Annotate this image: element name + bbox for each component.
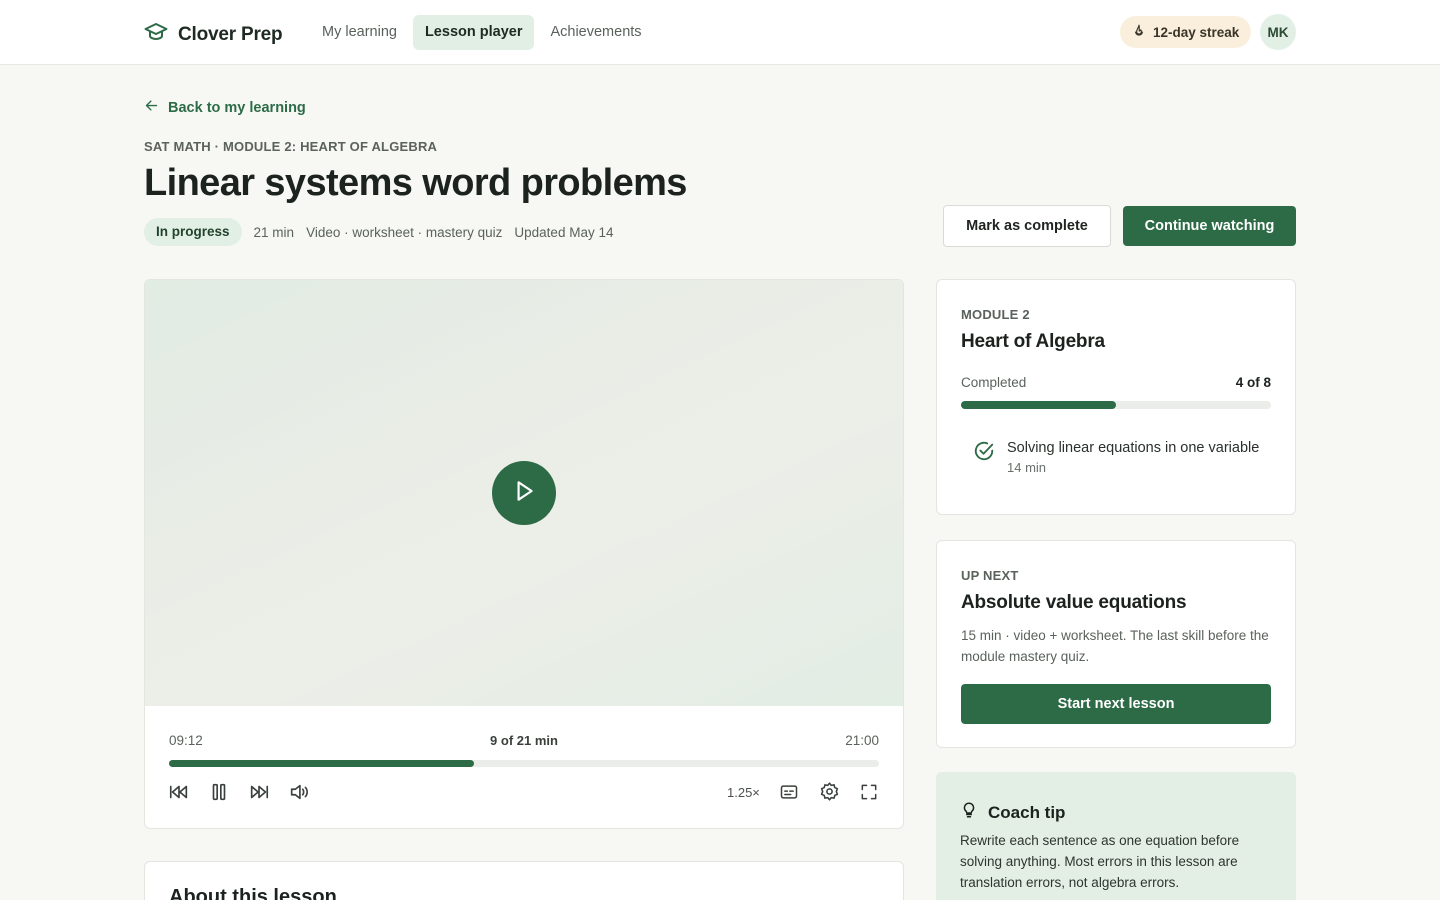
settings-button[interactable] xyxy=(817,782,841,806)
coach-tip-header: Coach tip xyxy=(960,800,1065,825)
volume-icon xyxy=(288,781,310,808)
graduation-cap-icon xyxy=(144,20,168,49)
arrow-left-icon xyxy=(144,98,159,117)
coach-tip-card: Coach tip Rewrite each sentence as one e… xyxy=(936,772,1296,900)
forward-button[interactable] xyxy=(247,782,271,806)
total-time: 21:00 xyxy=(845,733,879,748)
coach-tip-body: Rewrite each sentence as one equation be… xyxy=(960,833,1240,890)
top-bar: Clover Prep My learning Lesson player Ac… xyxy=(0,0,1440,65)
lightbulb-icon xyxy=(960,800,978,825)
breadcrumb: SAT MATH · MODULE 2: HEART OF ALGEBRA xyxy=(144,139,438,154)
check-circle-icon xyxy=(973,440,995,475)
start-next-lesson-button[interactable]: Start next lesson xyxy=(961,684,1271,724)
brand-name: Clover Prep xyxy=(178,23,283,45)
module-kicker: MODULE 2 xyxy=(961,307,1030,322)
nav-achievements[interactable]: Achievements xyxy=(538,15,653,50)
progress-label: 9 of 21 min xyxy=(490,733,558,748)
play-button[interactable] xyxy=(492,461,556,525)
seek-bar-fill xyxy=(169,760,475,767)
seek-bar[interactable] xyxy=(169,760,879,767)
status-badge: In progress xyxy=(144,218,242,246)
completed-label: Completed xyxy=(961,375,1027,390)
lesson-updated: Updated May 14 xyxy=(514,224,614,240)
captions-button[interactable] xyxy=(777,782,801,806)
back-link[interactable]: Back to my learning xyxy=(144,98,306,117)
up-next-title: Absolute value equations xyxy=(961,592,1187,613)
module-progress-card: MODULE 2 Heart of Algebra Completed 4 of… xyxy=(936,279,1296,515)
coach-tip-title: Coach tip xyxy=(988,802,1066,822)
avatar[interactable]: MK xyxy=(1260,14,1296,50)
lesson-format: Video · worksheet · mastery quiz xyxy=(306,224,503,240)
play-icon xyxy=(511,478,537,509)
lesson-duration: 21 min xyxy=(253,224,295,240)
page-title: Linear systems word problems xyxy=(144,162,687,204)
continue-watching-button[interactable]: Continue watching xyxy=(1123,206,1296,246)
about-lesson-title: About this lesson xyxy=(169,886,337,900)
module-title: Heart of Algebra xyxy=(961,331,1105,352)
up-next-kicker: UP NEXT xyxy=(961,568,1019,583)
lesson-meta: In progress 21 min Video · worksheet · m… xyxy=(144,218,613,246)
streak-label: 12-day streak xyxy=(1153,24,1240,40)
main-nav: My learning Lesson player Achievements xyxy=(310,15,658,50)
back-link-label: Back to my learning xyxy=(168,99,306,116)
completed-value: 4 of 8 xyxy=(1235,375,1271,390)
list-item[interactable]: Solving linear equations in one variable… xyxy=(973,440,1259,475)
rewind-button[interactable] xyxy=(167,782,191,806)
nav-my-learning[interactable]: My learning xyxy=(310,15,409,50)
streak-badge[interactable]: 12-day streak xyxy=(1120,16,1252,48)
video-player: 09:12 9 of 21 min 21:00 1.25× xyxy=(144,279,904,829)
settings-gear-icon xyxy=(819,781,840,807)
fullscreen-icon xyxy=(859,782,879,807)
nav-lesson-player[interactable]: Lesson player xyxy=(412,15,535,50)
module-progress-bar xyxy=(961,401,1271,409)
playback-speed[interactable]: 1.25× xyxy=(727,785,760,800)
up-next-description: 15 min · video + worksheet. The last ski… xyxy=(961,628,1269,664)
pause-icon xyxy=(208,781,230,808)
video-area[interactable] xyxy=(145,280,903,706)
up-next-card: UP NEXT Absolute value equations 15 min … xyxy=(936,540,1296,748)
mark-complete-button[interactable]: Mark as complete xyxy=(943,205,1111,247)
captions-icon xyxy=(779,782,799,807)
fullscreen-button[interactable] xyxy=(857,782,881,806)
module-progress-fill xyxy=(961,401,1116,409)
lesson-duration: 14 min xyxy=(1007,460,1047,475)
pause-button[interactable] xyxy=(207,782,231,806)
lesson-name: Solving linear equations in one variable xyxy=(1007,440,1260,456)
forward-icon xyxy=(248,781,270,808)
volume-button[interactable] xyxy=(287,782,311,806)
flame-icon xyxy=(1132,24,1146,41)
brand-logo[interactable]: Clover Prep xyxy=(144,20,283,49)
about-lesson-card: About this lesson xyxy=(144,861,904,900)
rewind-icon xyxy=(168,781,190,808)
